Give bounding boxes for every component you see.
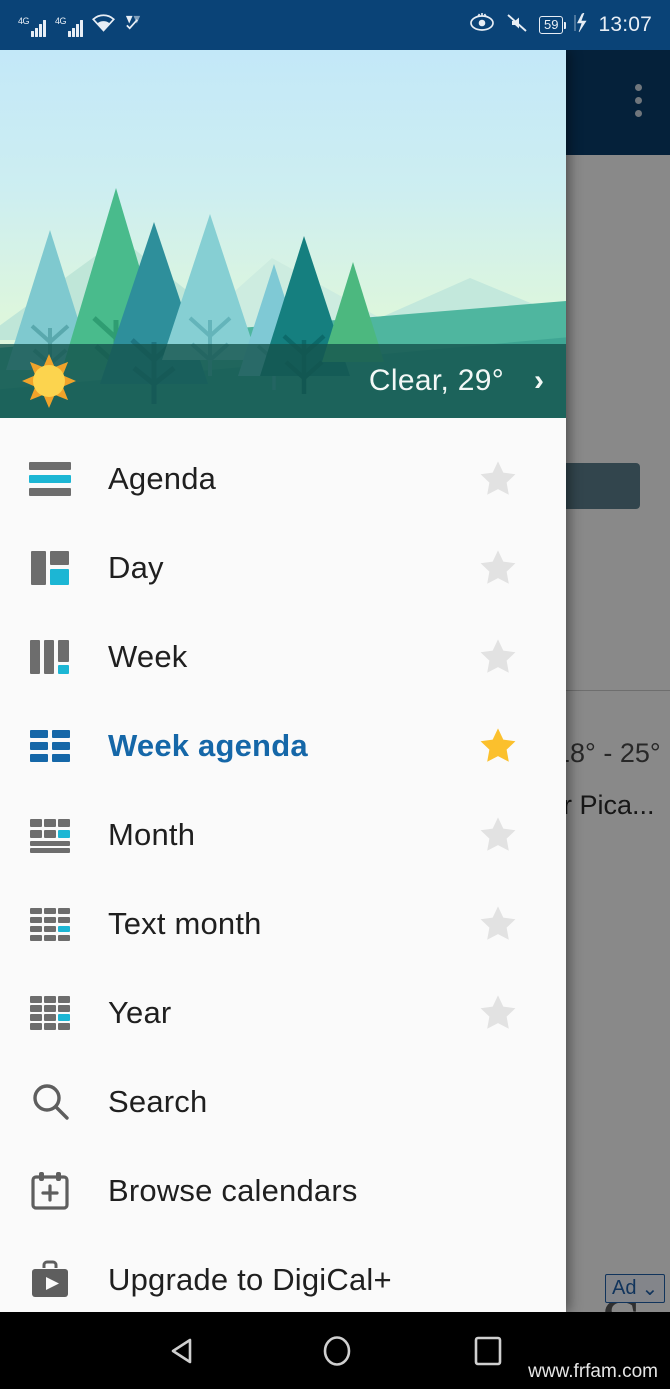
menu-item-month[interactable]: Month <box>0 790 566 879</box>
week-view-icon <box>22 637 78 677</box>
recents-icon[interactable] <box>472 1334 504 1368</box>
menu-item-upgrade[interactable]: Upgrade to DigiCal+ <box>0 1235 566 1312</box>
menu-item-label: Text month <box>108 905 262 941</box>
chevron-right-icon[interactable]: › <box>534 364 544 398</box>
day-view-icon <box>22 548 78 588</box>
network-type-label-2: 4G <box>55 16 67 26</box>
week-agenda-view-icon <box>22 726 78 766</box>
year-view-icon <box>22 993 78 1033</box>
menu-item-year[interactable]: Year <box>0 968 566 1057</box>
navigation-drawer: Clear, 29° › Agenda Day Week Week agenda… <box>0 50 566 1312</box>
menu-item-label: Agenda <box>108 460 217 496</box>
weather-summary-bar[interactable]: Clear, 29° › <box>0 344 566 418</box>
status-bar-left: 4G 4G <box>18 13 143 37</box>
favorite-star-icon[interactable] <box>476 813 520 857</box>
menu-item-label: Upgrade to DigiCal+ <box>108 1261 392 1297</box>
android-navigation-bar: www.frfam.com <box>0 1312 670 1389</box>
menu-item-week-agenda[interactable]: Week agenda <box>0 701 566 790</box>
favorite-star-icon[interactable] <box>476 991 520 1035</box>
menu-item-label: Month <box>108 816 196 852</box>
calendar-add-icon <box>22 1169 78 1213</box>
menu-item-week[interactable]: Week <box>0 612 566 701</box>
text-month-view-icon <box>22 904 78 944</box>
phone-screen: 4G 4G 59 13:07 18° - 25° or Pica... Ad ⌄… <box>0 0 670 1389</box>
home-icon[interactable] <box>320 1332 354 1370</box>
drawer-menu: Agenda Day Week Week agenda Month Text m… <box>0 418 566 1312</box>
search-icon <box>22 1080 78 1124</box>
favorite-star-icon[interactable] <box>476 546 520 590</box>
menu-item-label: Year <box>108 994 172 1030</box>
mute-icon <box>506 13 528 38</box>
status-bar: 4G 4G 59 13:07 <box>0 0 670 50</box>
sync-icon <box>124 13 143 37</box>
briefcase-play-icon <box>22 1258 78 1302</box>
watermark: www.frfam.com <box>528 1361 658 1382</box>
menu-item-label: Browse calendars <box>108 1172 358 1208</box>
network-type-label-1: 4G <box>18 16 30 26</box>
favorite-star-icon[interactable] <box>476 457 520 501</box>
clock-label: 13:07 <box>598 13 652 36</box>
favorite-star-icon-active[interactable] <box>476 724 520 768</box>
favorite-star-icon[interactable] <box>476 902 520 946</box>
signal-icon: 4G <box>18 16 46 37</box>
menu-item-label: Week agenda <box>108 727 308 763</box>
menu-item-label: Day <box>108 549 164 585</box>
menu-item-agenda[interactable]: Agenda <box>0 434 566 523</box>
menu-item-text-month[interactable]: Text month <box>0 879 566 968</box>
favorite-star-icon[interactable] <box>476 635 520 679</box>
menu-item-search[interactable]: Search <box>0 1057 566 1146</box>
weather-header[interactable]: Clear, 29° › <box>0 50 566 418</box>
battery-icon: 59 <box>538 16 567 34</box>
sun-icon <box>22 354 76 408</box>
signal-icon: 4G <box>55 16 83 37</box>
menu-item-day[interactable]: Day <box>0 523 566 612</box>
wifi-icon <box>92 13 115 37</box>
charging-icon <box>574 11 587 38</box>
agenda-view-icon <box>22 459 78 499</box>
menu-item-browse-calendars[interactable]: Browse calendars <box>0 1146 566 1235</box>
back-icon[interactable] <box>166 1333 202 1369</box>
menu-item-label: Week <box>108 638 188 674</box>
status-bar-right: 59 13:07 <box>469 11 652 38</box>
eye-comfort-icon <box>469 13 495 37</box>
month-view-icon <box>22 815 78 855</box>
weather-condition-label: Clear, 29° <box>368 364 504 397</box>
menu-item-label: Search <box>108 1083 208 1119</box>
